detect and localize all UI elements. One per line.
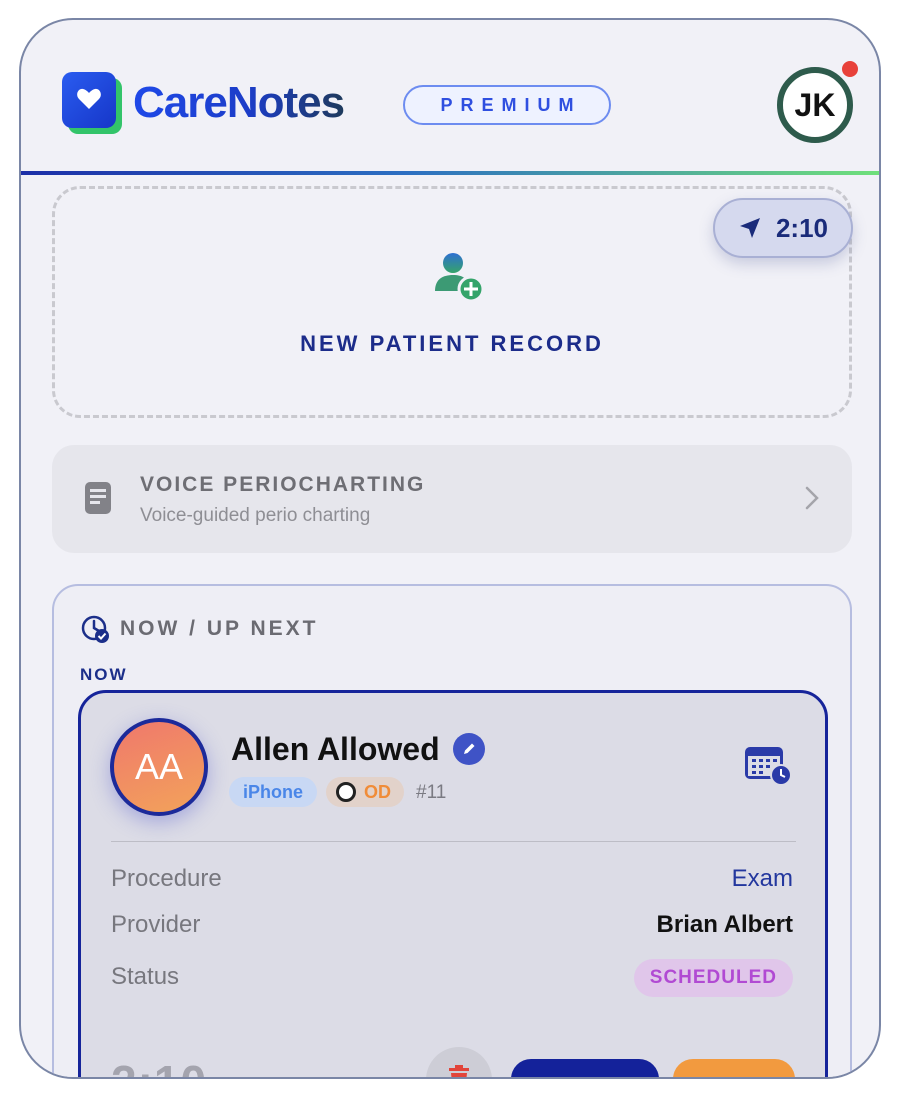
- ring-icon: [336, 782, 356, 802]
- premium-badge: PREMIUM: [403, 85, 611, 125]
- phone-frame: CareNotes PREMIUM JK NEW PATIENT RECORD …: [19, 18, 881, 1079]
- pencil-icon: [464, 743, 475, 754]
- app-header: CareNotes PREMIUM JK: [21, 20, 879, 174]
- header-divider: [21, 171, 879, 175]
- app-logo-icon: [62, 72, 122, 134]
- od-tag: OD: [326, 777, 404, 807]
- new-patient-label: NEW PATIENT RECORD: [300, 331, 604, 356]
- card-divider: [111, 841, 796, 842]
- clock-check-icon: [81, 615, 109, 643]
- voice-periocharting-title: VOICE PERIOCHARTING: [140, 473, 426, 496]
- provider-label: Provider: [111, 911, 201, 938]
- delete-button[interactable]: [426, 1047, 492, 1077]
- now-up-next-heading: NOW / UP NEXT: [120, 617, 319, 640]
- navigation-arrow-icon: [739, 218, 760, 238]
- voice-periocharting-item[interactable]: VOICE PERIOCHARTING Voice-guided perio c…: [52, 445, 852, 553]
- patient-number: #11: [416, 782, 447, 803]
- status-label: Status: [111, 963, 180, 990]
- user-avatar[interactable]: JK: [777, 67, 853, 143]
- app-name: CareNotes: [133, 78, 345, 127]
- appointment-time: 2:10: [111, 1055, 207, 1077]
- procedure-value: Exam: [731, 865, 793, 892]
- patient-name: Allen Allowed: [231, 731, 440, 767]
- now-label: NOW: [80, 665, 128, 684]
- status-badge: SCHEDULED: [633, 959, 793, 997]
- od-tag-label: OD: [364, 782, 391, 802]
- timer-pill[interactable]: 2:10: [713, 198, 853, 258]
- perio-button[interactable]: PERIO: [673, 1059, 795, 1077]
- edit-patient-button[interactable]: [453, 733, 485, 765]
- provider-value: Brian Albert: [656, 911, 793, 938]
- patient-avatar: AA: [110, 718, 208, 816]
- notification-dot: [840, 59, 860, 79]
- calendar-clock-icon[interactable]: [743, 743, 793, 787]
- appointment-card[interactable]: AA Allen Allowed iPhone OD #11 Procedure…: [78, 690, 828, 1077]
- add-person-icon: [435, 253, 485, 303]
- now-up-next-panel: NOW / UP NEXT NOW AA Allen Allowed iPhon…: [52, 584, 852, 1077]
- chevron-right-icon: [805, 486, 819, 510]
- voice-periocharting-subtitle: Voice-guided perio charting: [140, 505, 371, 526]
- device-tag: iPhone: [229, 777, 318, 807]
- trash-icon: [449, 1065, 469, 1077]
- timer-value: 2:10: [775, 212, 829, 243]
- procedure-label: Procedure: [111, 865, 222, 892]
- document-icon: [85, 482, 111, 514]
- record-button[interactable]: RECORD: [511, 1059, 659, 1077]
